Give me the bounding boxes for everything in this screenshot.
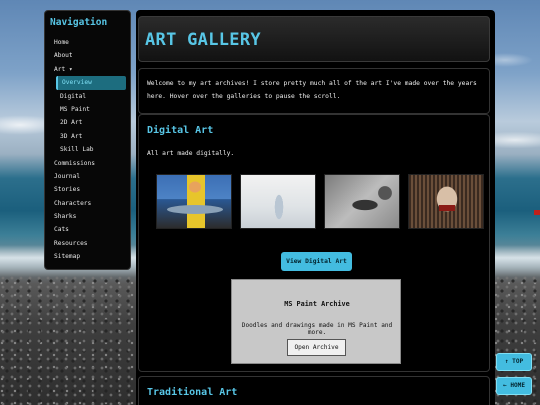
nav-list: Home About Art ▾ Overview Digital MS Pai…: [49, 36, 130, 264]
digital-art-description: All art made digitally.: [147, 150, 235, 157]
ms-paint-archive-box: MS Paint Archive Doodles and drawings ma…: [231, 279, 401, 364]
nav-art-submenu: Overview Digital MS Paint 2D Art 3D Art …: [56, 76, 130, 156]
gallery-thumbnail[interactable]: [240, 174, 316, 229]
decorative-marker: [534, 210, 540, 215]
nav-item-about[interactable]: About: [49, 49, 130, 62]
nav-item-stories[interactable]: Stories: [49, 183, 130, 196]
traditional-art-section: Traditional Art: [138, 376, 490, 405]
nav-item-digital[interactable]: Digital: [56, 90, 130, 103]
gallery-thumbnail[interactable]: [324, 174, 400, 229]
nav-item-sharks[interactable]: Sharks: [49, 210, 130, 223]
nav-item-cats[interactable]: Cats: [49, 223, 130, 236]
nav-item-skill-lab[interactable]: Skill Lab: [56, 143, 130, 156]
nav-item-overview[interactable]: Overview: [56, 76, 126, 90]
view-digital-art-button[interactable]: View Digital Art: [281, 252, 352, 271]
nav-item-3d-art[interactable]: 3D Art: [56, 130, 130, 143]
nav-item-art[interactable]: Art ▾: [49, 63, 130, 76]
scroll-top-button[interactable]: ↑ TOP: [496, 353, 532, 371]
open-archive-button[interactable]: Open Archive: [287, 339, 346, 356]
traditional-art-title: Traditional Art: [147, 387, 238, 398]
sidebar-navigation: Navigation Home About Art ▾ Overview Dig…: [44, 10, 131, 270]
gallery-thumbnail[interactable]: [408, 174, 484, 229]
page-title: ART GALLERY: [145, 30, 261, 50]
digital-art-section: Digital Art All art made digitally. View…: [138, 114, 490, 372]
nav-item-journal[interactable]: Journal: [49, 170, 130, 183]
nav-item-home[interactable]: Home: [49, 36, 130, 49]
page-header: ART GALLERY: [138, 16, 490, 62]
nav-item-sitemap[interactable]: Sitemap: [49, 250, 130, 263]
fish-figure: [167, 205, 223, 214]
ms-paint-title: MS Paint Archive: [284, 300, 350, 308]
intro-text: Welcome to my art archives! I store pret…: [147, 80, 477, 100]
nav-item-2d-art[interactable]: 2D Art: [56, 116, 130, 129]
nav-item-characters[interactable]: Characters: [49, 197, 130, 210]
nav-item-commissions[interactable]: Commissions: [49, 157, 130, 170]
figure-mouth: [439, 205, 455, 211]
nav-item-ms-paint[interactable]: MS Paint: [56, 103, 130, 116]
gallery-thumbnail[interactable]: [156, 174, 232, 229]
intro-card: Welcome to my art archives! I store pret…: [138, 68, 490, 114]
nav-title: Navigation: [50, 17, 108, 28]
ms-paint-description: Doodles and drawings made in MS Paint an…: [241, 322, 393, 336]
main-content: ART GALLERY Welcome to my art archives! …: [136, 10, 495, 405]
gallery-scroll[interactable]: [153, 172, 484, 236]
home-button[interactable]: ← HOME: [496, 377, 532, 395]
nav-item-resources[interactable]: Resources: [49, 237, 130, 250]
digital-art-title: Digital Art: [147, 125, 214, 136]
